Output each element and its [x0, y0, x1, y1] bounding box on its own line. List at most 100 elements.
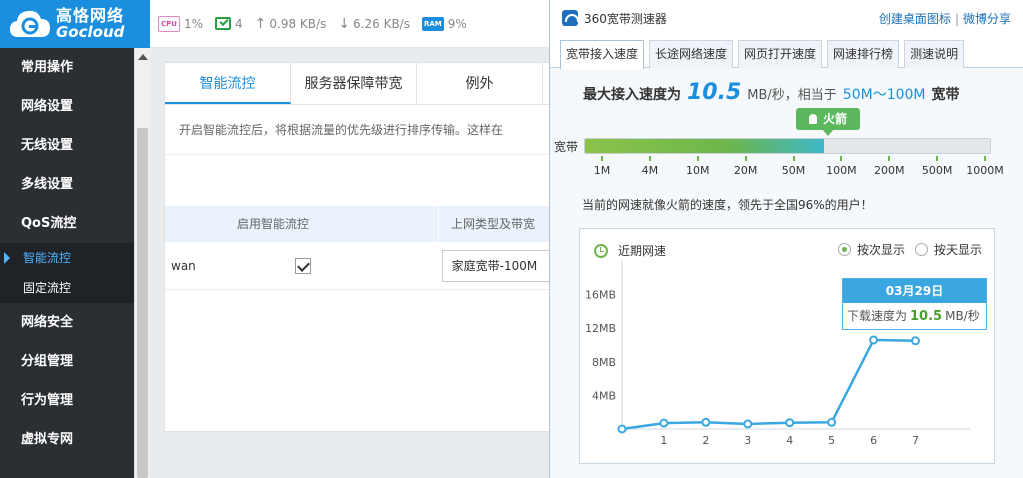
submenu-fixed-flow[interactable]: 固定流控	[0, 273, 134, 303]
title-links: 创建桌面图标 | 微博分享	[879, 10, 1011, 27]
scale-tick-mark	[696, 156, 699, 161]
panel-tabs: 智能流控 服务器保障带宽 例外	[165, 63, 549, 105]
brand-en: Gocloud	[56, 22, 125, 41]
window-title: 360宽带测速器	[584, 11, 667, 26]
speed-data-point	[869, 335, 879, 345]
menu-security[interactable]: 网络安全	[0, 303, 134, 342]
ram-stat: RAM 9%	[421, 16, 467, 31]
speed-data-point	[910, 336, 920, 346]
chart-title: 近期网速	[618, 244, 667, 258]
download-speed: 6.26 KB/s	[353, 16, 410, 31]
table-row: wan 家庭宽带-100M	[165, 242, 551, 290]
sidebar: 常用操作 网络设置 无线设置 多线设置 QoS流控 智能流控 固定流控 网络安全…	[0, 0, 134, 478]
speed-data-point	[785, 418, 795, 428]
menu-wireless[interactable]: 无线设置	[0, 126, 134, 165]
radio-by-days-label: 按天显示	[933, 243, 982, 257]
y-tick-label: 4MB	[592, 389, 616, 402]
tooltip-date: 03月29日	[843, 279, 986, 303]
clock-icon	[594, 243, 608, 258]
x-tick-label: 2	[702, 434, 709, 447]
speed-bar	[584, 138, 991, 154]
x-tick-label: 1	[660, 434, 667, 447]
enable-smart-flow-checkbox[interactable]	[294, 257, 311, 274]
scale-tick-mark	[601, 156, 603, 161]
menu-qos[interactable]: QoS流控	[0, 204, 134, 243]
tab-exceptions[interactable]: 例外	[417, 63, 543, 104]
rocket-badge: 火箭	[796, 108, 860, 136]
scale-tick-label: 50M	[781, 164, 806, 177]
tab-smart-flow[interactable]: 智能流控	[165, 63, 291, 104]
row-enable-cell	[227, 257, 438, 274]
radio-by-times-label: 按次显示	[856, 243, 905, 257]
radio-checked-icon[interactable]	[837, 243, 851, 256]
weibo-share-link[interactable]: 微博分享	[963, 12, 1011, 26]
menu-network[interactable]: 网络设置	[0, 87, 134, 126]
monitor-check-icon	[215, 17, 231, 30]
speed-scale: 1M 4M 10M 20M 50M 100M 200M 500M 1000M	[550, 156, 1023, 186]
max-speed-label: 最大接入速度为	[583, 87, 681, 103]
download-arrow-icon: ↓	[338, 15, 351, 32]
tooltip-value: 10.5	[910, 309, 943, 324]
tab-long-distance[interactable]: 长途网络速度	[649, 40, 734, 68]
tooltip-unit: MB/秒	[945, 309, 980, 323]
speed-summary: 当前的网速就像火箭的速度，领先于全国96%的用户！	[582, 198, 873, 212]
speed-bar-fill	[585, 139, 824, 153]
radio-unchecked-icon[interactable]	[914, 243, 928, 256]
tab-ranking[interactable]: 网速排行榜	[827, 40, 900, 68]
bar-label: 宽带	[554, 140, 579, 154]
scale-tick-mark	[840, 156, 843, 161]
flow-table: 启用智能流控 上网类型及带宽 wan 家庭宽带-100M	[165, 206, 551, 290]
tab-access-speed[interactable]: 宽带接入速度	[560, 40, 645, 69]
download-stat: ↓ 6.26 KB/s	[338, 16, 410, 32]
cloud-logo-icon	[10, 10, 50, 37]
scroll-up-icon[interactable]	[138, 54, 148, 60]
radio-by-days[interactable]: 按天显示	[914, 241, 982, 258]
content-panel: 智能流控 服务器保障带宽 例外 开启智能流控后，将根据流量的优先级进行排序传输。…	[164, 62, 551, 432]
ram-icon: RAM	[421, 16, 444, 31]
header-iface	[165, 206, 227, 242]
x-tick-label: 5	[828, 434, 835, 447]
scale-tick-label: 10M	[686, 164, 710, 177]
speed-data-point	[659, 418, 669, 428]
brand-cn: 高恪网络	[56, 5, 125, 25]
submenu-smart-flow[interactable]: 智能流控	[0, 243, 134, 273]
cpu-value: 1%	[183, 16, 203, 31]
sidebar-scrollbar[interactable]	[134, 48, 150, 478]
menu-vpn[interactable]: 虚拟专网	[0, 420, 134, 459]
chart-svg: 4MB 8MB 12MB 16MB 1 2 3 4 5 6 7	[585, 261, 970, 447]
recent-speed-chart: 4MB 8MB 12MB 16MB 1 2 3 4 5 6 7 近期网速 按次显示 按天显示 03月…	[579, 228, 995, 464]
tab-server-bandwidth[interactable]: 服务器保障带宽	[291, 63, 417, 104]
speed-data-point	[617, 424, 627, 434]
scale-tick-label: 100M	[826, 164, 857, 177]
menu-groups[interactable]: 分组管理	[0, 342, 134, 381]
tooltip-value-line: 下载速度为 10.5 MB/秒	[843, 303, 986, 330]
tab-page-open[interactable]: 网页打开速度	[738, 40, 823, 68]
row-iface: wan	[171, 258, 196, 273]
scale-tick-mark	[984, 156, 986, 161]
brand-logo: 高恪网络 Gocloud	[0, 0, 150, 48]
create-shortcut-link[interactable]: 创建桌面图标	[879, 12, 951, 26]
x-tick-label: 6	[870, 434, 877, 447]
scale-tick-mark	[648, 156, 651, 161]
tab-help[interactable]: 测速说明	[904, 40, 965, 68]
line-type-select[interactable]: 家庭宽带-100M	[441, 249, 551, 282]
header-enable: 启用智能流控	[227, 206, 439, 242]
speedometer-icon	[562, 10, 579, 26]
scale-tick-label: 1000M	[966, 164, 1004, 177]
radio-by-times[interactable]: 按次显示	[837, 241, 905, 258]
scale-tick-label: 1M	[593, 164, 611, 177]
table-header: 启用智能流控 上网类型及带宽	[165, 206, 551, 242]
display-mode: 按次显示 按天显示	[828, 241, 982, 258]
speed-test-window: 360宽带测速器 创建桌面图标 | 微博分享 宽带接入速度 长途网络速度 网页打开速…	[549, 0, 1023, 478]
menu-multiline[interactable]: 多线设置	[0, 165, 134, 204]
badge-label: 火箭	[822, 112, 847, 126]
panel-description: 开启智能流控后，将根据流量的优先级进行排序传输。这样在	[165, 105, 549, 155]
ram-value: 9%	[447, 16, 467, 31]
brand-text: 高恪网络 Gocloud	[56, 5, 125, 41]
max-speed-value: 10.5	[687, 80, 742, 105]
scroll-thumb[interactable]	[137, 128, 148, 478]
scale-tick-label: 4M	[641, 164, 659, 177]
menu-behavior[interactable]: 行为管理	[0, 381, 134, 420]
bandwidth-suffix: 宽带	[931, 87, 960, 103]
menu-common[interactable]: 常用操作	[0, 48, 134, 87]
